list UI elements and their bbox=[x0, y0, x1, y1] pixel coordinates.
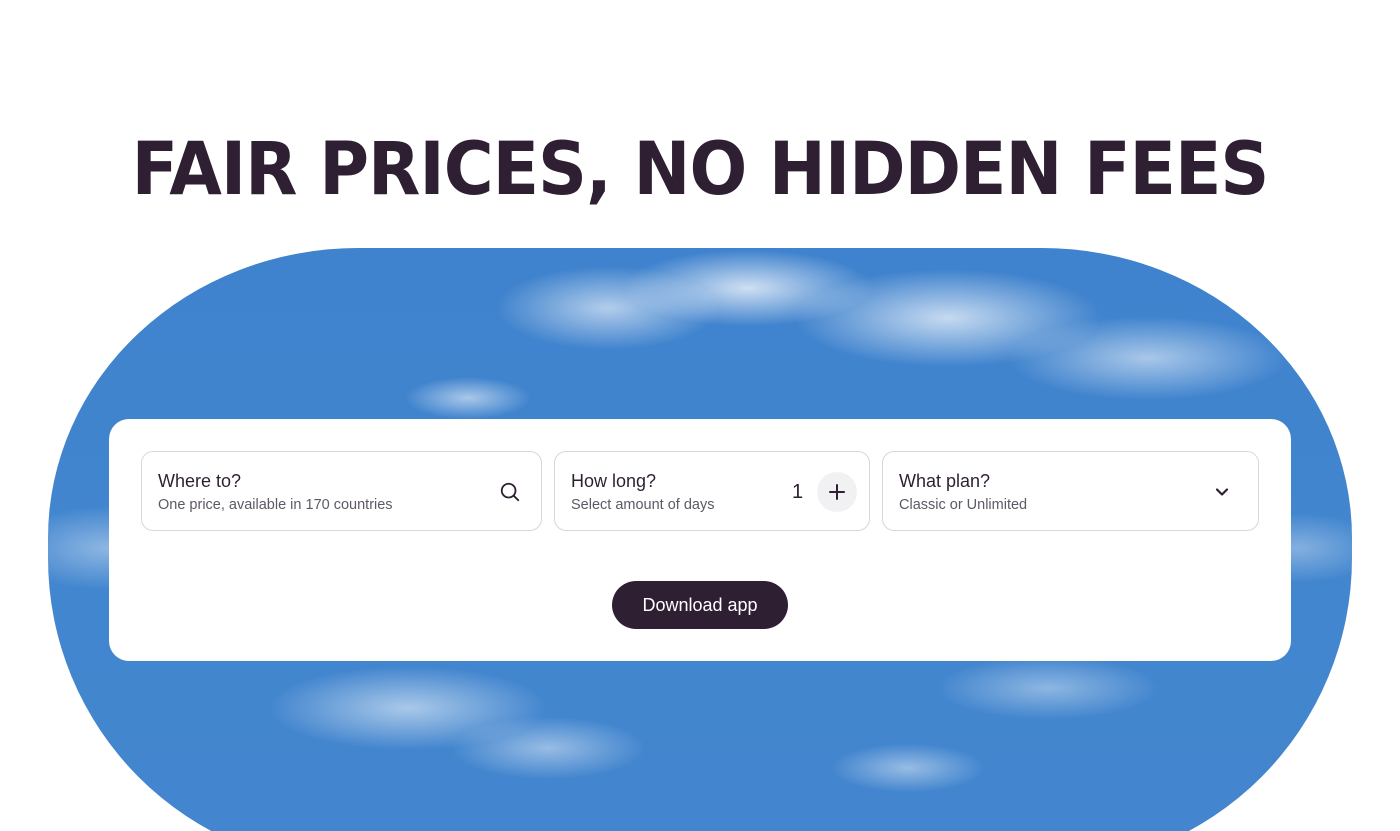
days-count: 1 bbox=[792, 481, 804, 503]
search-icon[interactable] bbox=[499, 481, 521, 503]
duration-title: How long? bbox=[571, 471, 657, 491]
plan-select[interactable]: What plan? Classic or Unlimited bbox=[882, 451, 1259, 531]
page: FAIR PRICES, NO HIDDEN FEES Where to? On… bbox=[0, 0, 1400, 831]
plan-subtitle: Classic or Unlimited bbox=[899, 497, 1028, 513]
duration-field[interactable]: How long? Select amount of days 1 bbox=[554, 451, 870, 531]
search-card: Where to? One price, available in 170 co… bbox=[109, 419, 1291, 661]
duration-subtitle: Select amount of days bbox=[571, 497, 715, 513]
destination-field[interactable]: Where to? One price, available in 170 co… bbox=[141, 451, 542, 531]
chevron-down-icon[interactable] bbox=[1214, 485, 1230, 499]
plus-icon bbox=[829, 484, 845, 500]
destination-subtitle: One price, available in 170 countries bbox=[158, 497, 393, 513]
destination-title: Where to? bbox=[158, 471, 242, 491]
download-app-button[interactable]: Download app bbox=[612, 581, 788, 629]
plan-title: What plan? bbox=[899, 471, 991, 491]
increment-days-button[interactable] bbox=[817, 472, 857, 512]
page-title: FAIR PRICES, NO HIDDEN FEES bbox=[131, 126, 1270, 213]
